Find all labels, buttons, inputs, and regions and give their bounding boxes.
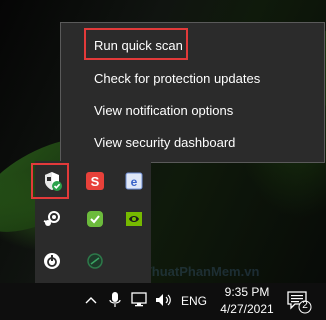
view-security-dashboard-item[interactable]: View security dashboard	[61, 127, 324, 159]
microphone-icon[interactable]	[108, 291, 122, 309]
windows-security-context-menu: Run quick scan Check for protection upda…	[60, 22, 325, 163]
steam-icon[interactable]	[41, 208, 63, 230]
clock-date[interactable]: 4/27/2021	[216, 302, 278, 316]
clock-time[interactable]: 9:35 PM	[222, 285, 272, 299]
notification-center-icon[interactable]: 2	[286, 290, 312, 314]
volume-icon[interactable]	[154, 292, 174, 308]
notification-count-badge: 2	[302, 300, 308, 311]
svg-text:S: S	[91, 174, 100, 189]
network-icon[interactable]	[130, 292, 150, 308]
check-protection-updates-item[interactable]: Check for protection updates	[61, 63, 324, 95]
nvidia-shield-check-icon[interactable]	[84, 208, 106, 230]
green-circle-icon[interactable]	[84, 250, 106, 272]
e-app-icon[interactable]: e	[123, 170, 145, 192]
wps-office-icon[interactable]: S	[84, 170, 106, 192]
chevron-up-icon[interactable]	[84, 293, 98, 307]
svg-text:e: e	[131, 175, 138, 189]
highlight-box	[31, 163, 69, 199]
language-indicator[interactable]: ENG	[181, 294, 207, 308]
nvidia-icon[interactable]	[123, 208, 145, 230]
taskbar: ENG 9:35 PM 4/27/2021 2	[0, 283, 326, 320]
highlight-box	[84, 28, 188, 60]
power-app-icon[interactable]	[41, 250, 63, 272]
view-notification-options-item[interactable]: View notification options	[61, 95, 324, 127]
